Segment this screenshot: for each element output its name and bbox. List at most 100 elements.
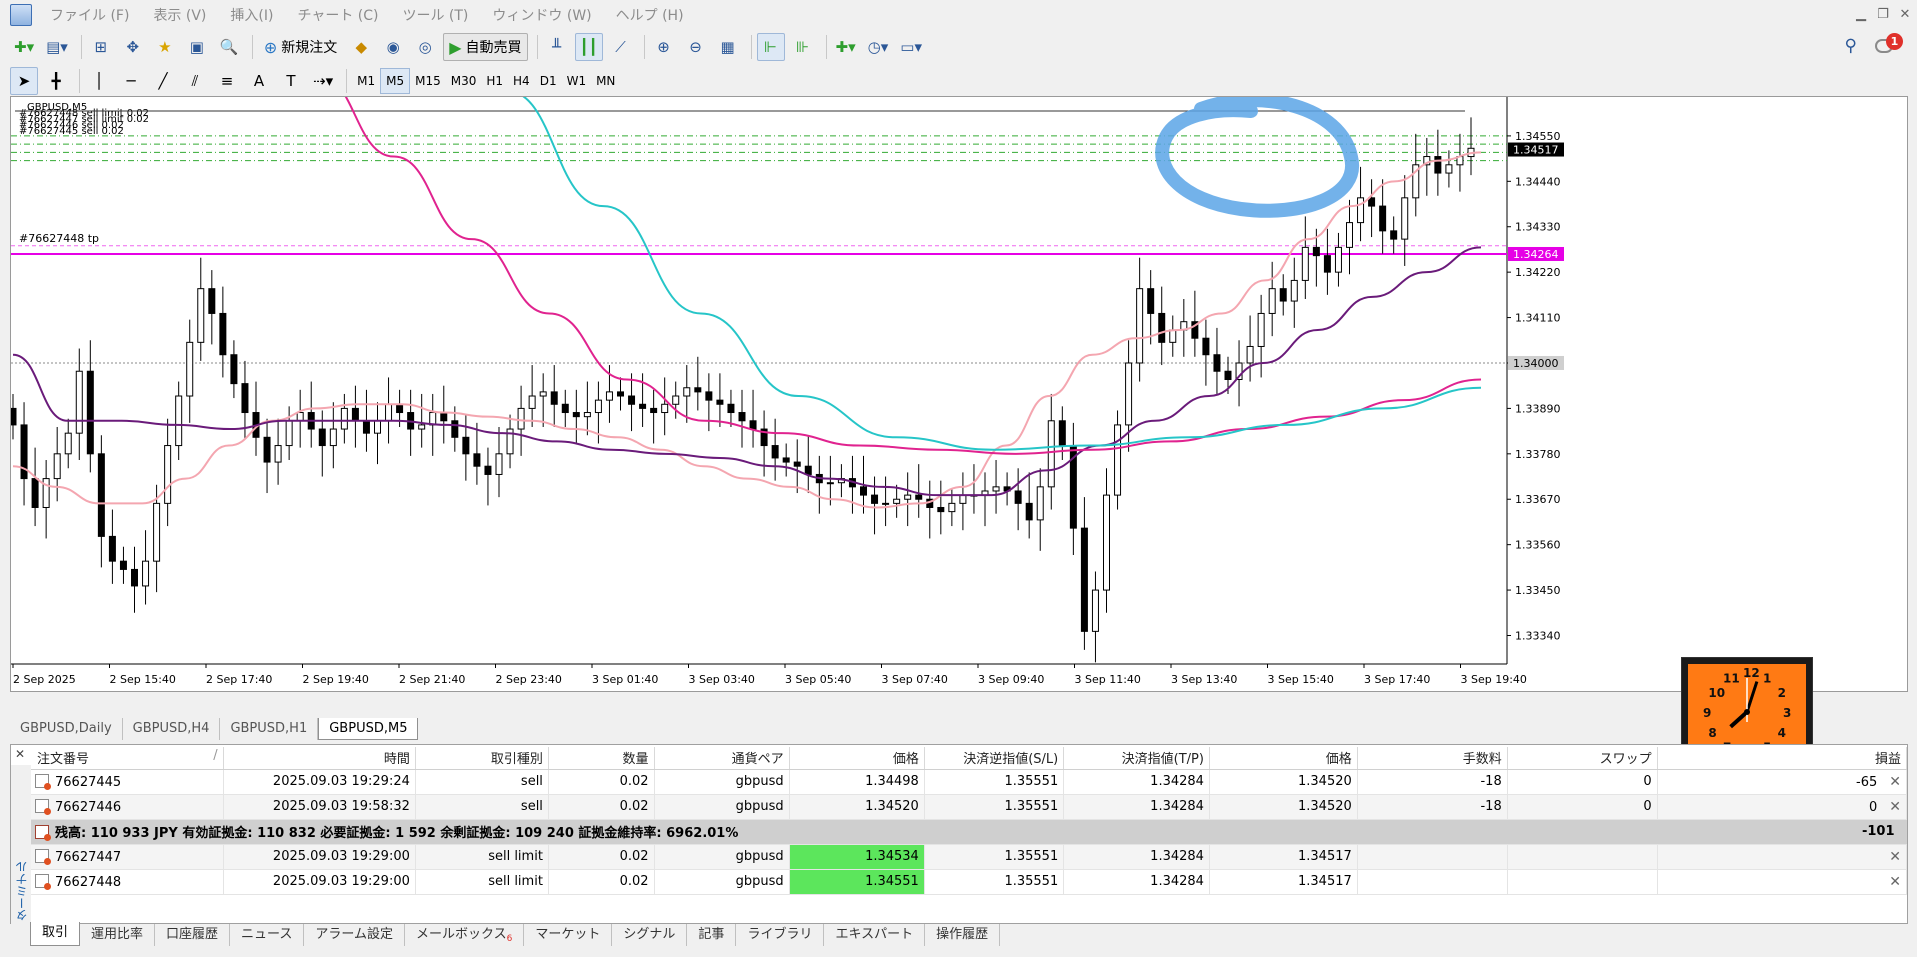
sl-cell[interactable]: 1.35551: [924, 794, 1065, 820]
horizontal-line-icon[interactable]: ─: [117, 67, 145, 95]
line-chart-icon[interactable]: ⟋: [607, 33, 635, 61]
timeframe-m30-button[interactable]: M30: [446, 68, 482, 94]
terminal-tab-8[interactable]: 記事: [687, 924, 737, 946]
navigator-icon[interactable]: ★: [151, 33, 179, 61]
timeframe-m15-button[interactable]: M15: [410, 68, 446, 94]
restore-icon[interactable]: ❐: [1873, 6, 1893, 24]
periods-icon[interactable]: ◷▾: [864, 33, 893, 61]
signals-icon[interactable]: ◎: [411, 33, 439, 61]
trendline-icon[interactable]: ╱: [149, 67, 177, 95]
crosshair-tool-icon[interactable]: ╋: [42, 67, 70, 95]
search-icon[interactable]: ⚲: [1845, 36, 1857, 56]
terminal-tab-0[interactable]: 取引: [30, 922, 81, 946]
terminal-tab-2[interactable]: 口座履歴: [155, 924, 231, 946]
menu-file[interactable]: ファイル (F): [38, 5, 141, 25]
new-chart-icon[interactable]: ✚▾: [10, 33, 38, 61]
terminal-tab-6[interactable]: マーケット: [524, 924, 613, 946]
minimize-icon[interactable]: ▁: [1851, 6, 1871, 24]
strategy-tester-icon[interactable]: 🔍: [215, 33, 243, 61]
tp-cell[interactable]: 1.34284: [1063, 794, 1210, 820]
terminal-tab-11[interactable]: 操作履歴: [925, 924, 1001, 946]
menu-window[interactable]: ウィンドウ (W): [480, 5, 603, 25]
menu-tools[interactable]: ツール (T): [390, 5, 480, 25]
table-row[interactable]: 76627445 2025.09.03 19:29:24 sell 0.02 gbpus…: [31, 769, 1908, 795]
tile-windows-icon[interactable]: ▦: [714, 33, 742, 61]
notification-icon[interactable]: 1: [1875, 33, 1903, 57]
tp-cell[interactable]: 1.34284: [1063, 769, 1210, 795]
column-header[interactable]: 決済逆指値(S/L): [924, 747, 1065, 770]
zoom-out-icon[interactable]: ⊖: [682, 33, 710, 61]
timeframe-mn-button[interactable]: MN: [591, 68, 620, 94]
sl-cell[interactable]: 1.35551: [924, 869, 1065, 895]
column-header[interactable]: 通貨ペア: [654, 747, 790, 770]
column-header[interactable]: 注文番号 /: [31, 747, 224, 770]
text-label-icon[interactable]: T: [277, 67, 305, 95]
table-row[interactable]: 76627448 2025.09.03 19:29:00 sell limit 0.0…: [31, 869, 1908, 895]
candlestick-icon[interactable]: ┃┃: [574, 33, 603, 61]
chart-tab-0[interactable]: GBPUSD,Daily: [10, 718, 123, 740]
chart-tab-2[interactable]: GBPUSD,H1: [220, 718, 319, 740]
crosshair-icon[interactable]: ✥: [119, 33, 147, 61]
terminal-tab-5[interactable]: メールボックス6: [405, 924, 525, 946]
profiles-icon[interactable]: ▤▾: [42, 33, 72, 61]
arrows-icon[interactable]: ⇢▾: [309, 67, 337, 95]
vertical-line-icon[interactable]: │: [85, 67, 113, 95]
column-header[interactable]: 損益: [1657, 747, 1908, 770]
terminal-tab-10[interactable]: エキスパート: [824, 924, 926, 946]
chart-tab-3[interactable]: GBPUSD,M5: [318, 718, 419, 740]
chart-shift-icon[interactable]: ⊪: [789, 33, 817, 61]
chart-canvas[interactable]: 1.34550 1.34440 1.34330 1.34220 1.34110 1.340…: [11, 97, 1907, 691]
chart-tab-1[interactable]: GBPUSD,H4: [123, 718, 221, 740]
sl-cell[interactable]: 1.35551: [924, 769, 1065, 795]
text-icon[interactable]: A: [245, 67, 273, 95]
timeframe-h4-button[interactable]: H4: [508, 68, 535, 94]
auto-scroll-icon[interactable]: ⊩: [756, 33, 785, 61]
app-icon[interactable]: [10, 4, 32, 26]
table-row[interactable]: 76627446 2025.09.03 19:58:32 sell 0.02 gbpus…: [31, 794, 1908, 820]
menu-view[interactable]: 表示 (V): [141, 5, 218, 25]
column-header[interactable]: 手数料: [1357, 747, 1508, 770]
menu-chart[interactable]: チャート (C): [285, 5, 390, 25]
table-row[interactable]: 76627447 2025.09.03 19:29:00 sell limit 0.0…: [31, 844, 1908, 870]
timeframe-m5-button[interactable]: M5: [380, 68, 411, 94]
close-order-icon[interactable]: ✕: [1889, 799, 1901, 815]
indicators-icon[interactable]: ✚▾: [832, 33, 860, 61]
column-header[interactable]: 決済指値(T/P): [1063, 747, 1210, 770]
templates-icon[interactable]: ▭▾: [896, 33, 926, 61]
options-icon[interactable]: ◉: [379, 33, 407, 61]
close-order-icon[interactable]: ✕: [1889, 874, 1901, 890]
close-order-icon[interactable]: ✕: [1889, 849, 1901, 865]
terminal-icon[interactable]: ▣: [183, 33, 211, 61]
timeframe-d1-button[interactable]: D1: [535, 68, 562, 94]
zoom-in-icon[interactable]: ⊕: [650, 33, 678, 61]
column-header[interactable]: 時間: [223, 747, 416, 770]
column-header[interactable]: 価格: [1209, 747, 1358, 770]
close-icon[interactable]: ✕: [1895, 6, 1915, 24]
terminal-close-icon[interactable]: ✕: [13, 747, 27, 761]
column-header[interactable]: 取引種別: [415, 747, 549, 770]
tp-cell[interactable]: 1.34284: [1063, 869, 1210, 895]
timeframe-h1-button[interactable]: H1: [481, 68, 508, 94]
metaeditor-icon[interactable]: ◆: [347, 33, 375, 61]
fibonacci-icon[interactable]: ≡: [213, 67, 241, 95]
menu-help[interactable]: ヘルプ (H): [604, 5, 696, 25]
terminal-tab-4[interactable]: アラーム設定: [304, 924, 406, 946]
auto-trade-button[interactable]: ▶ 自動売買: [443, 33, 528, 61]
tp-cell[interactable]: 1.34284: [1063, 844, 1210, 870]
sl-cell[interactable]: 1.35551: [924, 844, 1065, 870]
terminal-tab-7[interactable]: シグナル: [612, 924, 688, 946]
timeframe-m1-button[interactable]: M1: [352, 68, 380, 94]
menu-insert[interactable]: 挿入(I): [218, 5, 285, 25]
market-watch-icon[interactable]: ⊞: [87, 33, 115, 61]
column-header[interactable]: 価格: [789, 747, 925, 770]
timeframe-w1-button[interactable]: W1: [562, 68, 592, 94]
column-header[interactable]: スワップ: [1507, 747, 1658, 770]
price-chart[interactable]: 1.34550 1.34440 1.34330 1.34220 1.34110 1.340…: [10, 96, 1908, 767]
bar-chart-icon[interactable]: ╨: [543, 33, 571, 61]
terminal-tab-3[interactable]: ニュース: [230, 924, 305, 946]
terminal-tab-9[interactable]: ライブラリ: [736, 924, 825, 946]
terminal-tab-1[interactable]: 運用比率: [80, 924, 156, 946]
new-order-button[interactable]: ⊕ 新規注文: [258, 33, 343, 61]
close-order-icon[interactable]: ✕: [1889, 774, 1901, 790]
cursor-icon[interactable]: ➤: [10, 67, 38, 95]
